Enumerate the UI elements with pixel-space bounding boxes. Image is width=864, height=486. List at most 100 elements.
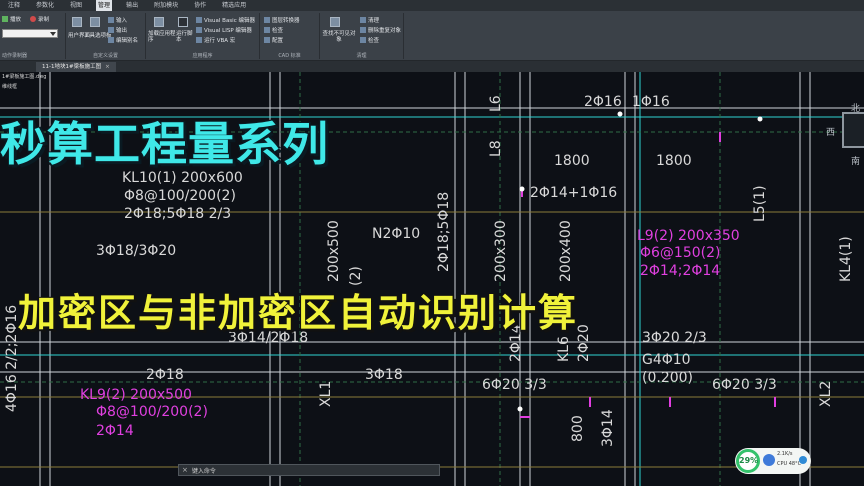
panel-applications: 加载应用程序 运行脚本 Visual Basic 编辑器 Visual LISP…	[146, 13, 260, 59]
tab-output[interactable]: 输出	[124, 0, 140, 11]
annot-t33: 200x400	[558, 220, 574, 282]
vba-editor-button[interactable]: Visual Basic 编辑器	[204, 16, 255, 24]
panel-action-recorder: 播放 录制 动作录制器	[0, 13, 66, 59]
panel-title: 动作录制器	[2, 53, 28, 59]
document-tab-bar: 11-1地块1#梁板施工图 ×	[0, 61, 864, 72]
annot-t40: L6	[488, 95, 504, 112]
vlisp-editor-button[interactable]: Visual LISP 编辑器	[204, 26, 252, 34]
tab-parametric[interactable]: 参数化	[34, 0, 56, 11]
panel-cleanup: 查找不可见对象 清理 删除重复对象 检查 清理	[320, 13, 404, 59]
annot-t2: Φ8@100/200(2)	[124, 188, 236, 204]
panel-title: 清理	[356, 53, 367, 59]
cpu-monitor-widget[interactable]: 29% 2.1K/s CPU 48°C	[735, 448, 811, 474]
ribbon-tab-bar: 注释 参数化 视图 管理 输出 附加模块 协作 精选应用	[0, 0, 864, 11]
tab-featured-apps[interactable]: 精选应用	[220, 0, 248, 11]
annot-t29: 2Φ16	[584, 94, 622, 110]
tab-collaborate[interactable]: 协作	[192, 0, 208, 11]
annot-t36: 2Φ20	[576, 324, 592, 362]
command-input[interactable]: 键入命令	[192, 466, 216, 475]
annot-t13: 2Φ14+1Φ16	[530, 185, 617, 201]
close-icon[interactable]: ×	[105, 64, 110, 70]
run-vba-button[interactable]: 运行 VBA 宏	[204, 36, 235, 44]
annot-t27: XL2	[818, 381, 834, 407]
find-invisible-button[interactable]: 查找不可见对象	[322, 31, 356, 43]
annot-t41: L8	[488, 140, 504, 157]
layer-translator-button[interactable]: 图层转换器	[272, 16, 300, 24]
annot-t21: 6Φ20 3/3	[712, 377, 777, 393]
annot-t8: 2Φ14	[96, 423, 134, 439]
annot-t4: 3Φ18/3Φ20	[96, 243, 176, 259]
audit-icon	[360, 37, 366, 43]
play-icon	[2, 16, 8, 22]
annot-t34: 200x300	[493, 220, 509, 282]
panel-customization: 用户界面 工具选项板 输入 输出 编辑别名 自定义设置	[66, 13, 146, 59]
document-tab-label: 11-1地块1#梁板施工图	[42, 64, 102, 70]
file-label: 1#梁板施工图.dwg	[2, 74, 47, 80]
annot-t25: KL4(1)	[838, 236, 854, 282]
record-button[interactable]: 录制	[38, 15, 49, 23]
user-interface-icon	[72, 17, 82, 27]
purge-button[interactable]: 清理	[368, 16, 379, 24]
overkill-button[interactable]: 删除重复对象	[368, 26, 401, 34]
annot-t6: KL9(2) 200x500	[80, 387, 192, 403]
annot-t17: 3Φ20 2/3	[642, 330, 707, 346]
purge-icon	[360, 17, 366, 23]
chevron-down-icon	[50, 32, 56, 36]
annot-t26: L5(1)	[752, 185, 768, 222]
run-script-button[interactable]: 运行脚本	[176, 31, 196, 43]
tab-view[interactable]: 视图	[68, 0, 84, 11]
tab-annotate[interactable]: 注释	[6, 0, 22, 11]
annot-t32: 200x500	[326, 220, 342, 282]
vlisp-editor-icon	[196, 27, 202, 33]
command-line[interactable]: × 键入命令	[178, 464, 440, 476]
viewcube[interactable]	[842, 112, 864, 148]
edit-alias-icon	[108, 37, 114, 43]
layer-translator-icon	[264, 17, 270, 23]
edit-alias-button[interactable]: 编辑别名	[116, 36, 138, 44]
viewport-label: 维线框	[2, 84, 18, 90]
annot-t37: N2Φ10	[372, 226, 420, 242]
find-invisible-icon	[330, 17, 340, 27]
action-combo[interactable]	[2, 29, 58, 38]
annot-t5: 2Φ18	[146, 367, 184, 383]
tab-addins[interactable]: 附加模块	[152, 0, 180, 11]
overlay-subtitle: 加密区与非加密区自动识别计算	[18, 291, 579, 335]
vba-editor-icon	[196, 17, 202, 23]
annot-t11: 1800	[554, 153, 590, 169]
annot-t28: XL1	[318, 381, 334, 407]
audit-button[interactable]: 检查	[368, 36, 379, 44]
speed-icon	[763, 454, 775, 466]
compass-south[interactable]: 南	[851, 154, 860, 167]
network-speed: 2.1K/s	[777, 451, 793, 457]
document-tab[interactable]: 11-1地块1#梁板施工图 ×	[36, 62, 116, 72]
annot-t23: 3Φ14	[600, 409, 616, 447]
overkill-icon	[360, 27, 366, 33]
annot-t35: KL6	[556, 336, 572, 362]
import-icon	[108, 17, 114, 23]
import-button[interactable]: 输入	[116, 16, 127, 24]
annot-t14: L9(2) 200x350	[637, 228, 740, 244]
configure-button[interactable]: 配置	[272, 36, 283, 44]
panel-cad-standards: 图层转换器 检查 配置 CAD 标准	[260, 13, 320, 59]
annot-t12: 1800	[656, 153, 692, 169]
cpu-temperature: CPU 48°C	[777, 461, 802, 467]
compass-west[interactable]: 西	[826, 125, 835, 138]
tool-palette-icon	[90, 17, 100, 27]
check-button[interactable]: 检查	[272, 26, 283, 34]
tab-manage[interactable]: 管理	[96, 0, 113, 11]
annot-t7: Φ8@100/200(2)	[96, 404, 208, 420]
settings-icon[interactable]	[799, 456, 807, 464]
annot-t20: 6Φ20 3/3	[482, 377, 547, 393]
export-button[interactable]: 输出	[116, 26, 127, 34]
load-application-button[interactable]: 加载应用程序	[148, 31, 176, 43]
cpu-usage-ring: 29%	[736, 449, 760, 473]
close-icon[interactable]: ×	[182, 466, 188, 474]
annot-t24: 2Φ18;5Φ18	[436, 192, 452, 272]
check-icon	[264, 27, 270, 33]
export-icon	[108, 27, 114, 33]
annot-t19: (0.200)	[642, 370, 693, 386]
run-script-icon	[178, 17, 188, 27]
play-button[interactable]: 播放	[10, 15, 21, 23]
annot-t30: 1Φ16	[632, 94, 670, 110]
compass-north[interactable]: 北	[851, 101, 860, 114]
